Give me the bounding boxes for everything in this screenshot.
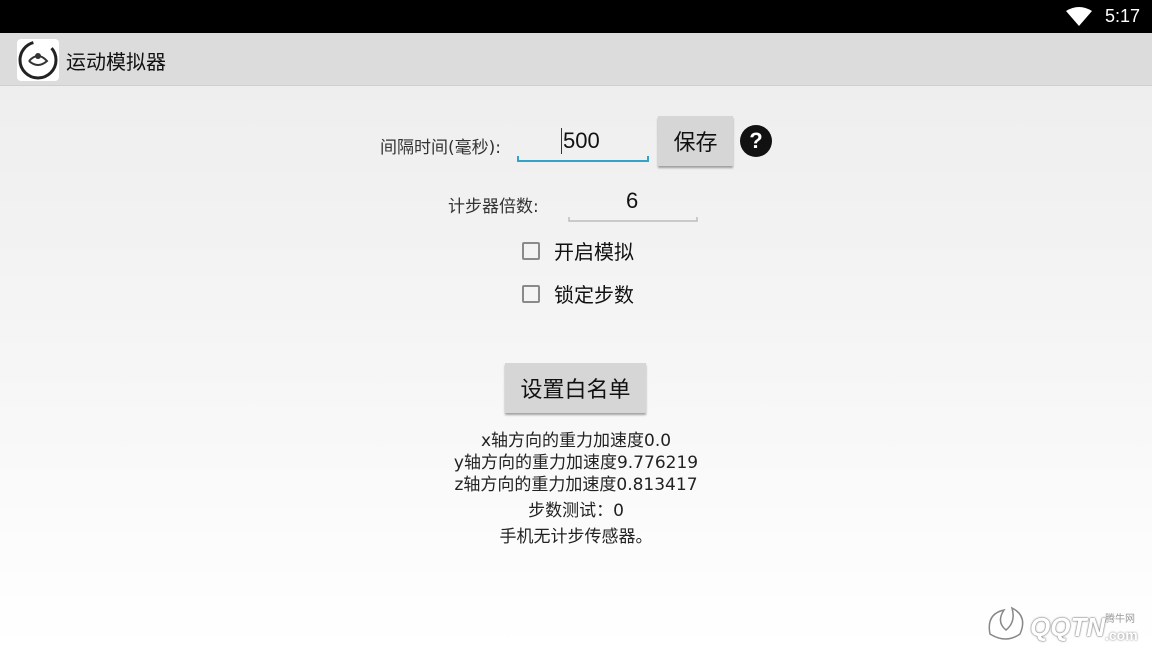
watermark-suffix: .com bbox=[1105, 627, 1138, 643]
enable-simulation-checkbox[interactable] bbox=[522, 241, 540, 260]
wifi-icon bbox=[1066, 7, 1092, 26]
status-bar: 5:17 bbox=[0, 0, 1152, 33]
watermark-small-text: 腾牛网 bbox=[1105, 614, 1135, 625]
interval-input[interactable]: 500 bbox=[517, 120, 649, 164]
watermark-logo-icon bbox=[988, 606, 1024, 640]
multiplier-value: 6 bbox=[626, 188, 639, 213]
lock-steps-label: 锁定步数 bbox=[554, 283, 634, 307]
watermark-text: QQTN bbox=[1030, 612, 1106, 642]
interval-value: 500 bbox=[563, 128, 600, 153]
step-test-text: 步数测试：0 bbox=[528, 501, 624, 521]
whitelist-button[interactable]: 设置白名单 bbox=[505, 363, 646, 413]
interval-underline bbox=[517, 156, 649, 162]
app-logo-icon[interactable] bbox=[17, 39, 59, 81]
enable-simulation-label: 开启模拟 bbox=[554, 240, 634, 264]
lock-steps-checkbox[interactable] bbox=[522, 284, 540, 303]
enable-simulation-checkbox-row[interactable]: 开启模拟 bbox=[522, 236, 634, 265]
multiplier-input[interactable]: 6 bbox=[568, 183, 698, 223]
app-bar: 运动模拟器 bbox=[0, 33, 1152, 86]
multiplier-label: 计步器倍数: bbox=[448, 197, 539, 217]
multiplier-underline bbox=[568, 217, 698, 222]
interval-label: 间隔时间(毫秒): bbox=[380, 138, 501, 158]
app-title: 运动模拟器 bbox=[66, 50, 166, 74]
save-button[interactable]: 保存 bbox=[658, 116, 733, 166]
z-gravity-text: z轴方向的重力加速度0.813417 bbox=[454, 475, 698, 495]
help-icon[interactable]: ? bbox=[740, 125, 772, 157]
status-time: 5:17 bbox=[1104, 6, 1140, 26]
sensor-status-text: 手机无计步传感器。 bbox=[499, 527, 653, 547]
lock-steps-checkbox-row[interactable]: 锁定步数 bbox=[522, 279, 634, 308]
text-cursor bbox=[561, 128, 562, 154]
